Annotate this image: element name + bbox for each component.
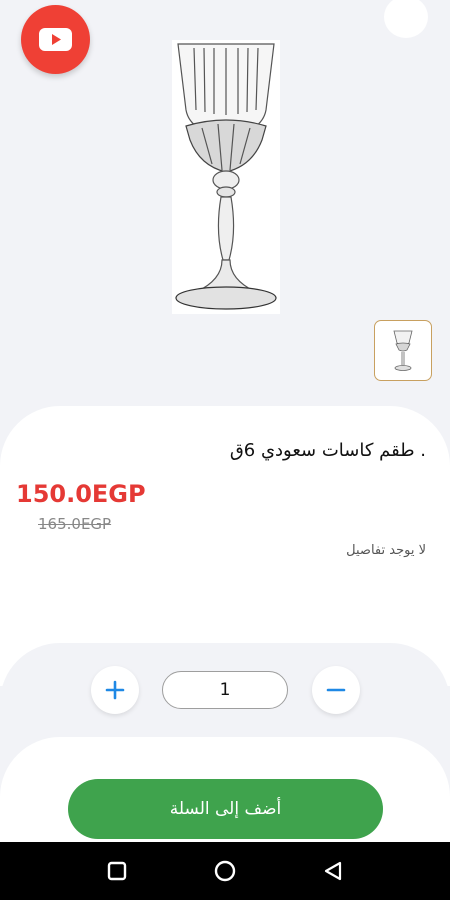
circle-icon — [214, 860, 236, 882]
product-price: 150.0EGP — [16, 480, 146, 508]
product-title: . طقم كاسات سعودي 6ق — [229, 440, 426, 461]
quantity-field[interactable]: 1 — [162, 671, 288, 709]
product-details-text: لا يوجد تفاصيل — [346, 543, 426, 558]
product-thumbnail[interactable] — [374, 320, 432, 381]
home-button[interactable] — [213, 859, 237, 883]
recents-button[interactable] — [105, 859, 129, 883]
youtube-play-icon — [39, 28, 72, 51]
youtube-video-button[interactable] — [21, 5, 90, 74]
product-image — [172, 40, 280, 314]
square-icon — [107, 861, 127, 881]
corner-action-button[interactable] — [384, 0, 428, 38]
plus-icon — [105, 680, 125, 700]
triangle-back-icon — [324, 861, 342, 881]
increase-quantity-button[interactable] — [91, 666, 139, 714]
back-button[interactable] — [321, 859, 345, 883]
decrease-quantity-button[interactable] — [312, 666, 360, 714]
add-to-cart-button[interactable]: أضف إلى السلة — [68, 779, 383, 839]
original-price: 165.0EGP — [38, 515, 112, 533]
minus-icon — [326, 688, 346, 692]
